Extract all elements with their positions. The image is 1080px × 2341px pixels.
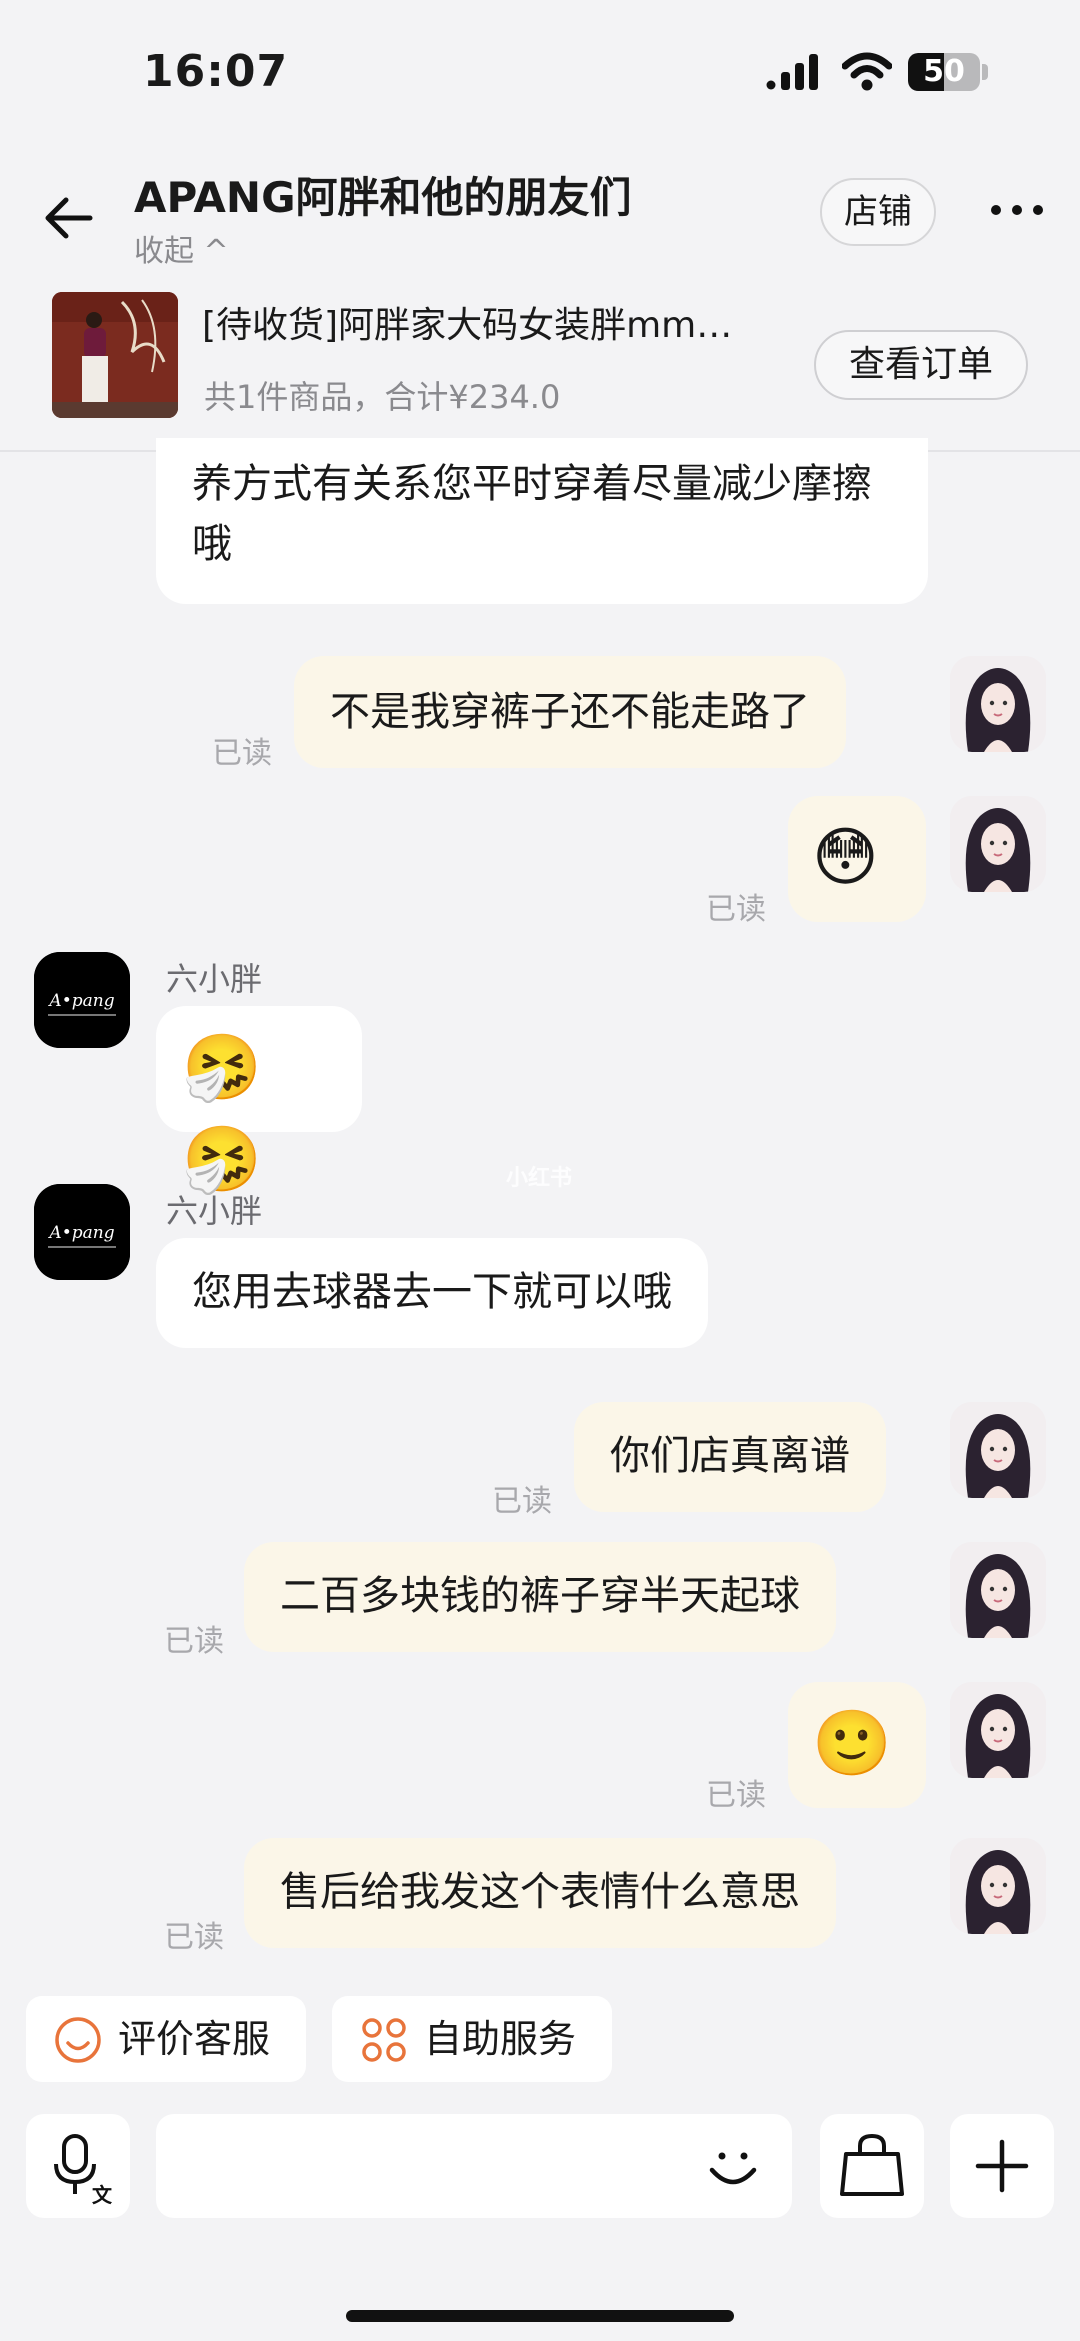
user-avatar[interactable] — [950, 656, 1046, 752]
read-receipt: 已读 — [706, 892, 766, 927]
message-text: 你们店真离谱 — [610, 1433, 850, 1479]
read-receipt: 已读 — [706, 1778, 766, 1813]
voice-input-button[interactable]: 文 — [26, 2114, 130, 2218]
sender-name: 六小胖 — [166, 1192, 263, 1230]
svg-text:文: 文 — [92, 2183, 113, 2207]
shop-avatar[interactable]: A•pang — [34, 952, 130, 1048]
emoji-bubble[interactable]: 😳 — [788, 796, 926, 922]
product-picker-button[interactable] — [820, 2114, 924, 2218]
read-receipt: 已读 — [164, 1920, 224, 1955]
collapse-toggle[interactable]: 收起 ^ — [134, 226, 229, 270]
status-time: 16:07 — [143, 46, 289, 97]
self-service-button[interactable]: 自助服务 — [332, 1996, 612, 2082]
chat-title: APANG阿胖和他的朋友们 — [134, 173, 632, 222]
message-bubble[interactable]: 养方式有关系您平时穿着尽量减少摩擦哦 — [156, 438, 928, 604]
order-summary: 共1件商品，合计¥234.0 — [204, 378, 561, 416]
read-receipt: 已读 — [492, 1484, 552, 1519]
shop-logo-text: A•pang — [47, 1223, 114, 1243]
message-text: 您用去球器去一下就可以哦 — [192, 1269, 672, 1315]
user-avatar[interactable] — [950, 796, 1046, 892]
cellular-signal-icon — [766, 54, 818, 90]
shop-logo-text: A•pang — [47, 991, 114, 1011]
more-options-icon[interactable] — [990, 190, 1044, 230]
home-indicator — [346, 2310, 734, 2322]
shop-avatar[interactable]: A•pang — [34, 1184, 130, 1280]
user-avatar[interactable] — [950, 1838, 1046, 1934]
message-bubble[interactable]: 售后给我发这个表情什么意思 — [244, 1838, 836, 1948]
message-bubble[interactable]: 您用去球器去一下就可以哦 — [156, 1238, 708, 1348]
sender-name: 六小胖 — [166, 960, 263, 998]
message-bubble[interactable]: 二百多块钱的裤子穿半天起球 — [244, 1542, 836, 1652]
read-receipt: 已读 — [212, 736, 272, 771]
read-receipt: 已读 — [164, 1624, 224, 1659]
shopping-bag-icon — [840, 2133, 904, 2196]
message-emoji: 😳 — [812, 821, 879, 895]
message-input[interactable] — [156, 2114, 792, 2218]
emoji-picker-icon[interactable] — [702, 2136, 764, 2198]
message-emoji: 🙂 — [812, 1707, 892, 1781]
battery-cap — [982, 64, 988, 80]
user-avatar[interactable] — [950, 1682, 1046, 1778]
message-bubble[interactable]: 不是我穿裤子还不能走路了 — [294, 656, 846, 768]
message-text: 不是我穿裤子还不能走路了 — [330, 689, 810, 735]
emoji-bubble[interactable]: 🙂 — [788, 1682, 926, 1808]
battery-indicator: 50 — [908, 53, 980, 91]
emoji-bubble[interactable]: 🤧🤧 — [156, 1006, 362, 1197]
view-order-button[interactable]: 查看订单 — [814, 330, 1028, 400]
message-text: 二百多块钱的裤子穿半天起球 — [280, 1573, 800, 1619]
message-bubble[interactable]: 你们店真离谱 — [574, 1402, 886, 1512]
message-emoji: 🤧🤧 — [182, 1031, 262, 1197]
back-arrow-icon[interactable] — [40, 190, 96, 246]
user-avatar[interactable] — [950, 1402, 1046, 1498]
message-text: 售后给我发这个表情什么意思 — [280, 1869, 800, 1915]
store-button[interactable]: 店铺 — [820, 178, 936, 246]
quick-action-label: 评价客服 — [118, 2017, 271, 2061]
smile-icon — [55, 2017, 101, 2063]
wifi-icon — [842, 52, 892, 91]
quick-action-label: 自助服务 — [424, 2017, 577, 2061]
watermark: 小红书 — [506, 1166, 573, 1191]
product-thumbnail[interactable] — [52, 292, 178, 418]
battery-percent: 50 — [923, 54, 965, 89]
more-actions-button[interactable] — [950, 2114, 1054, 2218]
grid-flower-icon — [362, 2018, 406, 2062]
rate-service-button[interactable]: 评价客服 — [26, 1996, 306, 2082]
order-title[interactable]: [待收货]阿胖家大码女装胖mm… — [202, 296, 812, 348]
user-avatar[interactable] — [950, 1542, 1046, 1638]
message-text: 养方式有关系您平时穿着尽量减少摩擦哦 — [192, 461, 872, 567]
microphone-icon: 文 — [54, 2134, 113, 2207]
plus-icon — [975, 2139, 1029, 2193]
